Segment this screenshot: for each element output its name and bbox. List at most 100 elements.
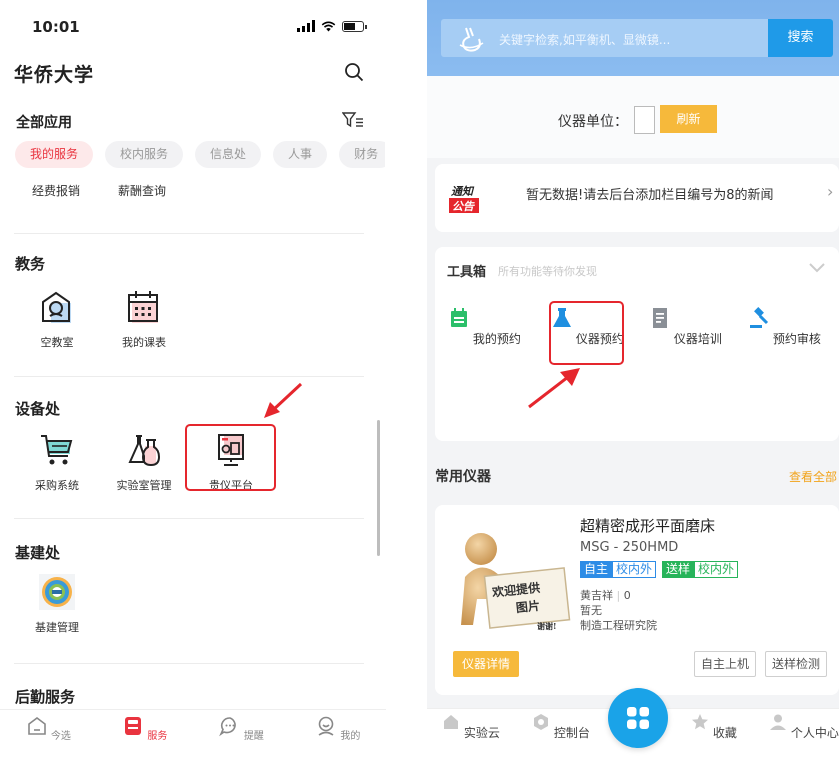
- tab-label: 今选: [50, 731, 71, 742]
- apps-fab-button[interactable]: [608, 688, 668, 748]
- app-empty-classroom[interactable]: 空教室: [14, 289, 100, 350]
- my-services-list: 经费报销 薪酬查询: [32, 182, 166, 199]
- refresh-button[interactable]: 刷新: [660, 105, 717, 133]
- unit-filter: 仪器单位： 刷新: [427, 76, 839, 158]
- document-icon: [653, 308, 668, 328]
- apps-grid-icon: [627, 707, 649, 729]
- instrument-name: 超精密成形平面磨床: [580, 517, 716, 535]
- signal-icon: [297, 20, 315, 32]
- nav-console[interactable]: 控制台: [526, 713, 596, 741]
- chevron-right-icon: ›: [827, 182, 834, 201]
- tool-label: 仪器培训: [673, 332, 722, 346]
- notice-badge-line2: 公告: [452, 200, 475, 213]
- tab-services[interactable]: 服务: [110, 710, 180, 759]
- nav-favorites[interactable]: 收藏: [679, 713, 749, 741]
- search-icon[interactable]: [344, 62, 364, 82]
- sample-test-button[interactable]: 送样检测: [765, 651, 828, 677]
- tab-today[interactable]: 今选: [13, 710, 83, 759]
- battery-icon: [342, 20, 367, 32]
- app-label: 采购系统: [35, 479, 79, 492]
- instrument-detail-button[interactable]: 仪器详情: [453, 651, 519, 677]
- link-salary-query[interactable]: 薪酬查询: [118, 182, 166, 199]
- link-expense-reimbursement[interactable]: 经费报销: [32, 182, 80, 199]
- section-title-jijian: 基建处: [15, 544, 61, 562]
- chat-bubble-icon: [218, 717, 236, 737]
- tab-mine[interactable]: 我的: [303, 710, 373, 759]
- thumb-text-line3: 谢谢!: [537, 621, 557, 631]
- section-title-houqin: 后勤服务: [15, 688, 76, 706]
- tag-self-service: 自主 校内外: [580, 561, 657, 578]
- notice-bar[interactable]: 通知 公告 暂无数据!请去后台添加栏目编号为8的新闻 ›: [435, 164, 839, 232]
- home-icon: [444, 715, 459, 729]
- chevron-down-icon[interactable]: [807, 261, 827, 275]
- unit-label: 仪器单位：: [558, 114, 628, 130]
- page-title: 华侨大学: [14, 64, 95, 86]
- tab-label: 服务: [147, 731, 168, 742]
- app-procurement[interactable]: 采购系统: [14, 432, 100, 493]
- tag-sample-delivery: 送样 校内外: [662, 561, 739, 578]
- tool-label: 我的预约: [472, 332, 521, 346]
- unit-select[interactable]: [634, 106, 655, 134]
- screenshot-root: 10:01 华侨大学 全部应用 我的服务 校内服务 信息处 人事 财务 经费报销…: [0, 0, 839, 759]
- placeholder-figure-image: 欢迎提供 图片 谢谢!: [447, 517, 571, 637]
- instrument-model: MSG - 250HMD: [580, 540, 679, 555]
- toolbox-title: 工具箱: [447, 265, 487, 280]
- user-icon: [770, 714, 787, 730]
- search-button[interactable]: 搜索: [768, 19, 833, 57]
- app-label: 基建管理: [35, 621, 79, 634]
- nav-label: 个人中心: [790, 726, 839, 740]
- section-title-shebei: 设备处: [15, 400, 61, 418]
- view-all-link[interactable]: 查看全部: [789, 468, 837, 485]
- divider: [14, 376, 364, 377]
- home-icon: [27, 717, 46, 735]
- chip-hr[interactable]: 人事: [273, 141, 328, 168]
- instrument-status: 暂无: [580, 604, 602, 617]
- red-arrow-annotation-icon: [264, 382, 303, 418]
- shopping-cart-icon: [41, 435, 73, 465]
- instrument-contact: 黄吉祥 | 0: [580, 589, 631, 602]
- section-title-jiaowu: 教务: [15, 255, 46, 273]
- divider: [14, 233, 364, 234]
- flask-icon: [128, 435, 161, 467]
- gavel-icon: [750, 307, 769, 328]
- console-icon: [534, 714, 549, 730]
- bottom-tabbar: 今选 服务 提醒 我的: [0, 709, 386, 759]
- chip-campus-services[interactable]: 校内服务: [105, 141, 184, 168]
- classroom-icon: [42, 291, 71, 323]
- tab-reminders[interactable]: 提醒: [206, 710, 276, 759]
- instrument-tags: 自主 校内外 送样 校内外: [580, 561, 739, 578]
- search-input[interactable]: 关键字检索,如平衡机、显微镜...: [499, 31, 670, 48]
- instrument-department: 制造工程研究院: [580, 619, 657, 632]
- notice-badge-icon: 通知公告: [449, 185, 479, 213]
- app-my-schedule[interactable]: 我的课表: [101, 289, 187, 350]
- filter-icon[interactable]: [342, 111, 364, 129]
- tool-my-reservations[interactable]: 我的预约: [446, 307, 524, 347]
- search-bar[interactable]: 关键字检索,如平衡机、显微镜... 搜索: [441, 19, 833, 57]
- lab-cloud-logo-icon: [459, 27, 484, 52]
- reservation-count: 0: [623, 589, 631, 602]
- chip-finance[interactable]: 财务: [339, 141, 385, 168]
- nav-personal-center[interactable]: 个人中心: [769, 713, 839, 741]
- nav-label: 实验云: [463, 726, 500, 740]
- calendar-check-icon: [451, 308, 468, 327]
- tool-instrument-training[interactable]: 仪器培训: [647, 307, 725, 347]
- category-tabs: 我的服务 校内服务 信息处 人事 财务: [15, 141, 385, 168]
- nav-lab-cloud[interactable]: 实验云: [436, 713, 506, 741]
- instrument-card[interactable]: 欢迎提供 图片 谢谢! 超精密成形平面磨床 MSG - 250HMD 自主 校内外…: [435, 505, 839, 695]
- notice-badge-line1: 通知: [451, 185, 475, 198]
- status-bar: 10:01: [0, 0, 386, 50]
- nav-label: 收藏: [712, 726, 737, 740]
- tool-reservation-review[interactable]: 预约审核: [746, 307, 824, 347]
- app-lab-management[interactable]: 实验室管理: [101, 432, 187, 493]
- status-time: 10:01: [32, 18, 80, 36]
- right-app-screen: 关键字检索,如平衡机、显微镜... 搜索 仪器单位： 刷新 通知 公告 暂无数据!…: [427, 0, 839, 759]
- scrollbar[interactable]: [377, 420, 380, 556]
- all-apps-heading: 全部应用: [16, 115, 72, 131]
- self-operate-button[interactable]: 自主上机: [694, 651, 757, 677]
- user-icon: [318, 716, 334, 736]
- chip-info-office[interactable]: 信息处: [195, 141, 262, 168]
- app-construction-management[interactable]: 基建管理: [14, 574, 100, 635]
- chip-my-services[interactable]: 我的服务: [15, 141, 94, 168]
- app-label: 我的课表: [122, 336, 166, 349]
- calendar-icon: [128, 291, 158, 323]
